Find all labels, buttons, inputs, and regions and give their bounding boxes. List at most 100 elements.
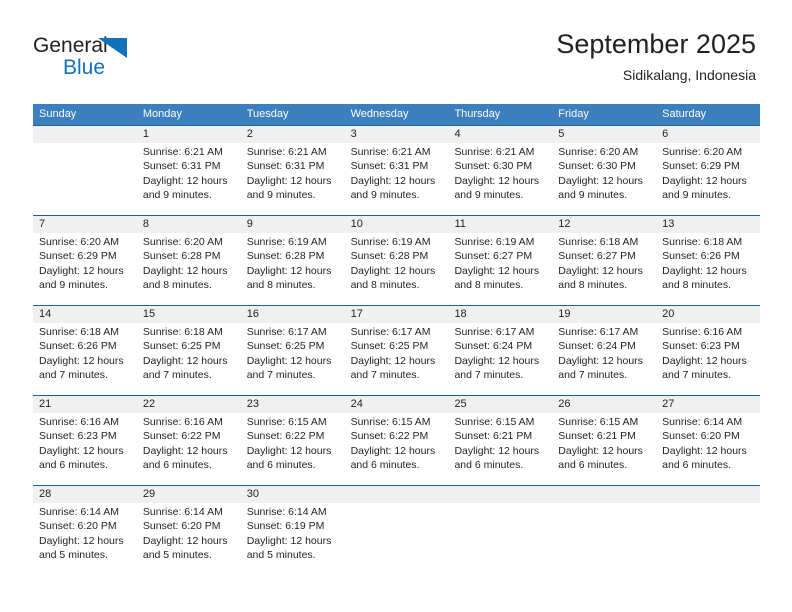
day-cell[interactable]: Sunrise: 6:17 AM Sunset: 6:25 PM Dayligh… (345, 323, 449, 395)
daylight-text-cont: and 7 minutes. (246, 369, 316, 382)
day-number: 9 (246, 218, 253, 230)
day-cell[interactable]: Sunrise: 6:15 AM Sunset: 6:22 PM Dayligh… (345, 413, 449, 485)
day-number: 16 (246, 308, 259, 320)
sunrise-text: Sunrise: 6:17 AM (350, 326, 431, 338)
day-number: 5 (558, 128, 565, 140)
sunset-text: Sunset: 6:25 PM (350, 340, 429, 353)
day-cell[interactable]: Sunrise: 6:19 AM Sunset: 6:27 PM Dayligh… (448, 233, 552, 305)
day-cell[interactable]: Sunrise: 6:21 AM Sunset: 6:31 PM Dayligh… (137, 143, 241, 215)
sunset-text: Sunset: 6:23 PM (39, 430, 117, 443)
calendar-grid: Sunday Monday Tuesday Wednesday Thursday… (33, 104, 760, 575)
day-cell[interactable]: Sunrise: 6:14 AM Sunset: 6:20 PM Dayligh… (656, 413, 760, 485)
sunrise-text: Sunrise: 6:16 AM (39, 416, 119, 428)
day-cell[interactable]: Sunrise: 6:15 AM Sunset: 6:21 PM Dayligh… (552, 413, 656, 485)
day-cell[interactable]: Sunrise: 6:16 AM Sunset: 6:22 PM Dayligh… (137, 413, 241, 485)
day-cell[interactable]: Sunrise: 6:14 AM Sunset: 6:20 PM Dayligh… (137, 503, 241, 575)
daylight-text: Daylight: 12 hours (142, 534, 228, 547)
day-cell[interactable] (448, 503, 552, 575)
day-cell[interactable]: Sunrise: 6:15 AM Sunset: 6:22 PM Dayligh… (241, 413, 345, 485)
day-number: 10 (350, 218, 363, 230)
daylight-text: Daylight: 12 hours (142, 444, 228, 457)
day-cell[interactable] (656, 503, 760, 575)
brand-name-general: General (33, 34, 108, 57)
day-cell[interactable]: Sunrise: 6:21 AM Sunset: 6:31 PM Dayligh… (345, 143, 449, 215)
day-cell[interactable]: Sunrise: 6:18 AM Sunset: 6:26 PM Dayligh… (33, 323, 137, 395)
day-cell[interactable]: Sunrise: 6:20 AM Sunset: 6:28 PM Dayligh… (137, 233, 241, 305)
week-row: 28 29 30 Sunrise: 6:14 AM Sunset: 6:20 P… (33, 485, 760, 575)
day-number: 14 (39, 308, 52, 320)
day-cell[interactable]: Sunrise: 6:19 AM Sunset: 6:28 PM Dayligh… (345, 233, 449, 305)
daylight-text-cont: and 5 minutes. (39, 549, 108, 562)
day-number: 8 (142, 218, 149, 230)
day-cell[interactable]: Sunrise: 6:18 AM Sunset: 6:27 PM Dayligh… (552, 233, 656, 305)
day-cell[interactable]: Sunrise: 6:15 AM Sunset: 6:21 PM Dayligh… (448, 413, 552, 485)
day-cell[interactable]: Sunrise: 6:14 AM Sunset: 6:20 PM Dayligh… (33, 503, 137, 575)
daylight-text: Daylight: 12 hours (454, 354, 540, 367)
day-cell[interactable]: Sunrise: 6:19 AM Sunset: 6:28 PM Dayligh… (241, 233, 345, 305)
day-number (345, 486, 449, 503)
daylight-text-cont: and 8 minutes. (142, 279, 212, 292)
weekday-header-row: Sunday Monday Tuesday Wednesday Thursday… (33, 104, 760, 125)
day-number (552, 486, 656, 503)
day-cell[interactable] (33, 143, 137, 215)
sunset-text: Sunset: 6:22 PM (142, 430, 221, 443)
day-number: 23 (246, 398, 259, 410)
daylight-text-cont: and 8 minutes. (454, 279, 524, 292)
sunset-text: Sunset: 6:29 PM (662, 160, 740, 173)
daylight-text-cont: and 8 minutes. (350, 279, 420, 292)
day-number: 26 (558, 398, 571, 410)
sunset-text: Sunset: 6:31 PM (350, 160, 429, 173)
day-cell[interactable]: Sunrise: 6:17 AM Sunset: 6:25 PM Dayligh… (241, 323, 345, 395)
day-cell[interactable] (552, 503, 656, 575)
day-cell[interactable]: Sunrise: 6:16 AM Sunset: 6:23 PM Dayligh… (656, 323, 760, 395)
daylight-text-cont: and 7 minutes. (142, 369, 212, 382)
sunrise-text: Sunrise: 6:17 AM (246, 326, 327, 338)
week-daynumber-band: 7 8 9 10 11 12 13 (33, 216, 760, 233)
sunset-text: Sunset: 6:23 PM (662, 340, 740, 353)
daylight-text-cont: and 6 minutes. (246, 459, 316, 472)
daylight-text: Daylight: 12 hours (246, 534, 332, 547)
daylight-text: Daylight: 12 hours (142, 354, 228, 367)
day-cell[interactable]: Sunrise: 6:20 AM Sunset: 6:30 PM Dayligh… (552, 143, 656, 215)
day-number: 17 (350, 308, 363, 320)
week-row: 1 2 3 4 5 6 Sunrise: 6:21 AM Sunset: 6:3… (33, 125, 760, 215)
day-number: 19 (558, 308, 571, 320)
daylight-text-cont: and 9 minutes. (142, 189, 212, 202)
day-cell[interactable]: Sunrise: 6:18 AM Sunset: 6:26 PM Dayligh… (656, 233, 760, 305)
day-number: 22 (142, 398, 156, 410)
daylight-text-cont: and 8 minutes. (246, 279, 316, 292)
daylight-text-cont: and 9 minutes. (350, 189, 420, 202)
daylight-text: Daylight: 12 hours (558, 354, 643, 367)
triangle-icon (98, 38, 127, 58)
sunrise-text: Sunrise: 6:21 AM (142, 146, 223, 158)
sunrise-text: Sunrise: 6:16 AM (662, 326, 743, 338)
day-number: 15 (142, 308, 156, 320)
day-cell[interactable]: Sunrise: 6:16 AM Sunset: 6:23 PM Dayligh… (33, 413, 137, 485)
sunrise-text: Sunrise: 6:15 AM (454, 416, 535, 428)
sunset-text: Sunset: 6:30 PM (558, 160, 636, 173)
daylight-text: Daylight: 12 hours (662, 264, 747, 277)
sunrise-text: Sunrise: 6:21 AM (246, 146, 327, 158)
sunset-text: Sunset: 6:31 PM (142, 160, 221, 173)
day-cell[interactable]: Sunrise: 6:20 AM Sunset: 6:29 PM Dayligh… (33, 233, 137, 305)
day-cell[interactable]: Sunrise: 6:14 AM Sunset: 6:19 PM Dayligh… (241, 503, 345, 575)
brand-logo[interactable]: General Blue (33, 34, 153, 86)
sunset-text: Sunset: 6:21 PM (454, 430, 533, 443)
sunrise-text: Sunrise: 6:18 AM (662, 236, 743, 248)
daylight-text: Daylight: 12 hours (350, 264, 436, 277)
sunrise-text: Sunrise: 6:20 AM (558, 146, 639, 158)
sunrise-text: Sunrise: 6:14 AM (39, 506, 119, 518)
sunrise-text: Sunrise: 6:21 AM (350, 146, 431, 158)
sunset-text: Sunset: 6:20 PM (39, 520, 117, 533)
day-cell[interactable] (345, 503, 449, 575)
sunset-text: Sunset: 6:25 PM (142, 340, 221, 353)
day-cell[interactable]: Sunrise: 6:17 AM Sunset: 6:24 PM Dayligh… (552, 323, 656, 395)
day-cell[interactable]: Sunrise: 6:17 AM Sunset: 6:24 PM Dayligh… (448, 323, 552, 395)
day-cell[interactable]: Sunrise: 6:21 AM Sunset: 6:30 PM Dayligh… (448, 143, 552, 215)
day-cell[interactable]: Sunrise: 6:21 AM Sunset: 6:31 PM Dayligh… (241, 143, 345, 215)
daylight-text: Daylight: 12 hours (350, 174, 436, 187)
sunset-text: Sunset: 6:20 PM (142, 520, 221, 533)
day-cell[interactable]: Sunrise: 6:20 AM Sunset: 6:29 PM Dayligh… (656, 143, 760, 215)
day-cell[interactable]: Sunrise: 6:18 AM Sunset: 6:25 PM Dayligh… (137, 323, 241, 395)
weekday-header-tuesday: Tuesday (246, 108, 289, 120)
